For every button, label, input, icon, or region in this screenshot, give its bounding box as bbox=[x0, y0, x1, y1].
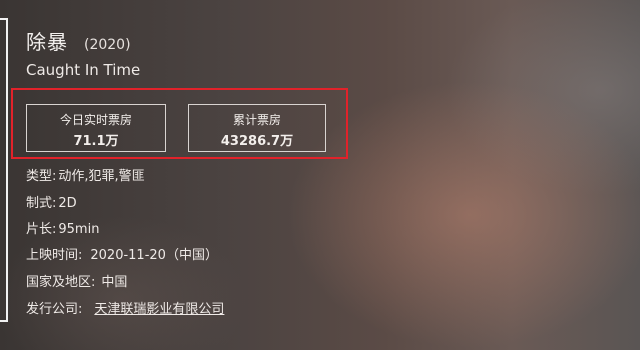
distributor-row: 发行公司: 天津联瑞影业有限公司 bbox=[26, 298, 224, 317]
region-row: 国家及地区: 中国 bbox=[26, 271, 127, 290]
region-label: 国家及地区: bbox=[26, 275, 96, 290]
length-label: 片长: bbox=[26, 222, 57, 237]
distributor-label: 发行公司: bbox=[26, 302, 83, 317]
release-label: 上映时间: bbox=[26, 248, 83, 263]
format-value: 2D bbox=[58, 196, 77, 211]
today-box-office: 今日实时票房 71.1万 bbox=[26, 104, 166, 152]
today-box-office-label: 今日实时票房 bbox=[59, 113, 132, 127]
movie-info-panel: 除暴 (2020) Caught In Time 今日实时票房 71.1万 累计… bbox=[0, 0, 640, 350]
distributor-link[interactable]: 天津联瑞影业有限公司 bbox=[94, 302, 224, 317]
format-row: 制式: 2D bbox=[26, 192, 77, 211]
total-box-office: 累计票房 43286.7万 bbox=[188, 104, 326, 152]
genre-value: 动作,犯罪,警匪 bbox=[58, 169, 145, 184]
length-value: 95min bbox=[58, 222, 100, 237]
movie-english-title: Caught In Time bbox=[26, 61, 141, 79]
region-value: 中国 bbox=[101, 275, 128, 290]
movie-title: 除暴 bbox=[26, 30, 68, 54]
release-row: 上映时间: 2020-11-20（中国） bbox=[26, 244, 218, 263]
format-label: 制式: bbox=[26, 196, 57, 211]
total-box-office-value: 43286.7万 bbox=[220, 134, 294, 149]
total-box-office-label: 累计票房 bbox=[232, 113, 281, 127]
title-row: 除暴 (2020) bbox=[26, 26, 131, 55]
movie-year: (2020) bbox=[84, 37, 131, 53]
genre-label: 类型: bbox=[26, 169, 57, 184]
genre-row: 类型: 动作,犯罪,警匪 bbox=[26, 165, 145, 184]
panel-left-border bbox=[0, 18, 8, 322]
length-row: 片长: 95min bbox=[26, 218, 99, 237]
today-box-office-value: 71.1万 bbox=[73, 134, 119, 149]
release-value: 2020-11-20（中国） bbox=[90, 248, 218, 263]
